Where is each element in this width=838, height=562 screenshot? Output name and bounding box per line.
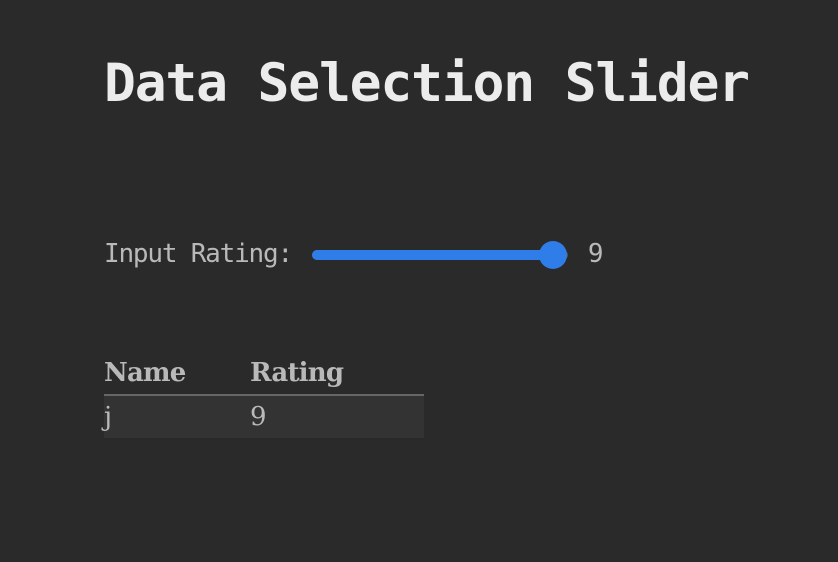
slider-label: Input Rating: [104,239,293,269]
slider-value: 9 [587,239,604,269]
column-header-rating: Rating [250,352,424,396]
table-header-row: Name Rating [104,352,424,396]
slider-fill [311,250,553,260]
rating-slider-row: Input Rating: 9 [104,234,604,274]
cell-name: j [104,395,250,438]
table-row: j 9 [104,395,424,438]
column-header-name: Name [104,352,250,396]
rating-slider[interactable] [311,239,568,269]
ratings-table: Name Rating j 9 [104,352,424,438]
slider-thumb[interactable] [538,241,567,269]
page-title: Data Selection Slider [104,53,750,114]
cell-rating: 9 [250,395,424,438]
page: Data Selection Slider Input Rating: 9 Na… [0,0,838,562]
